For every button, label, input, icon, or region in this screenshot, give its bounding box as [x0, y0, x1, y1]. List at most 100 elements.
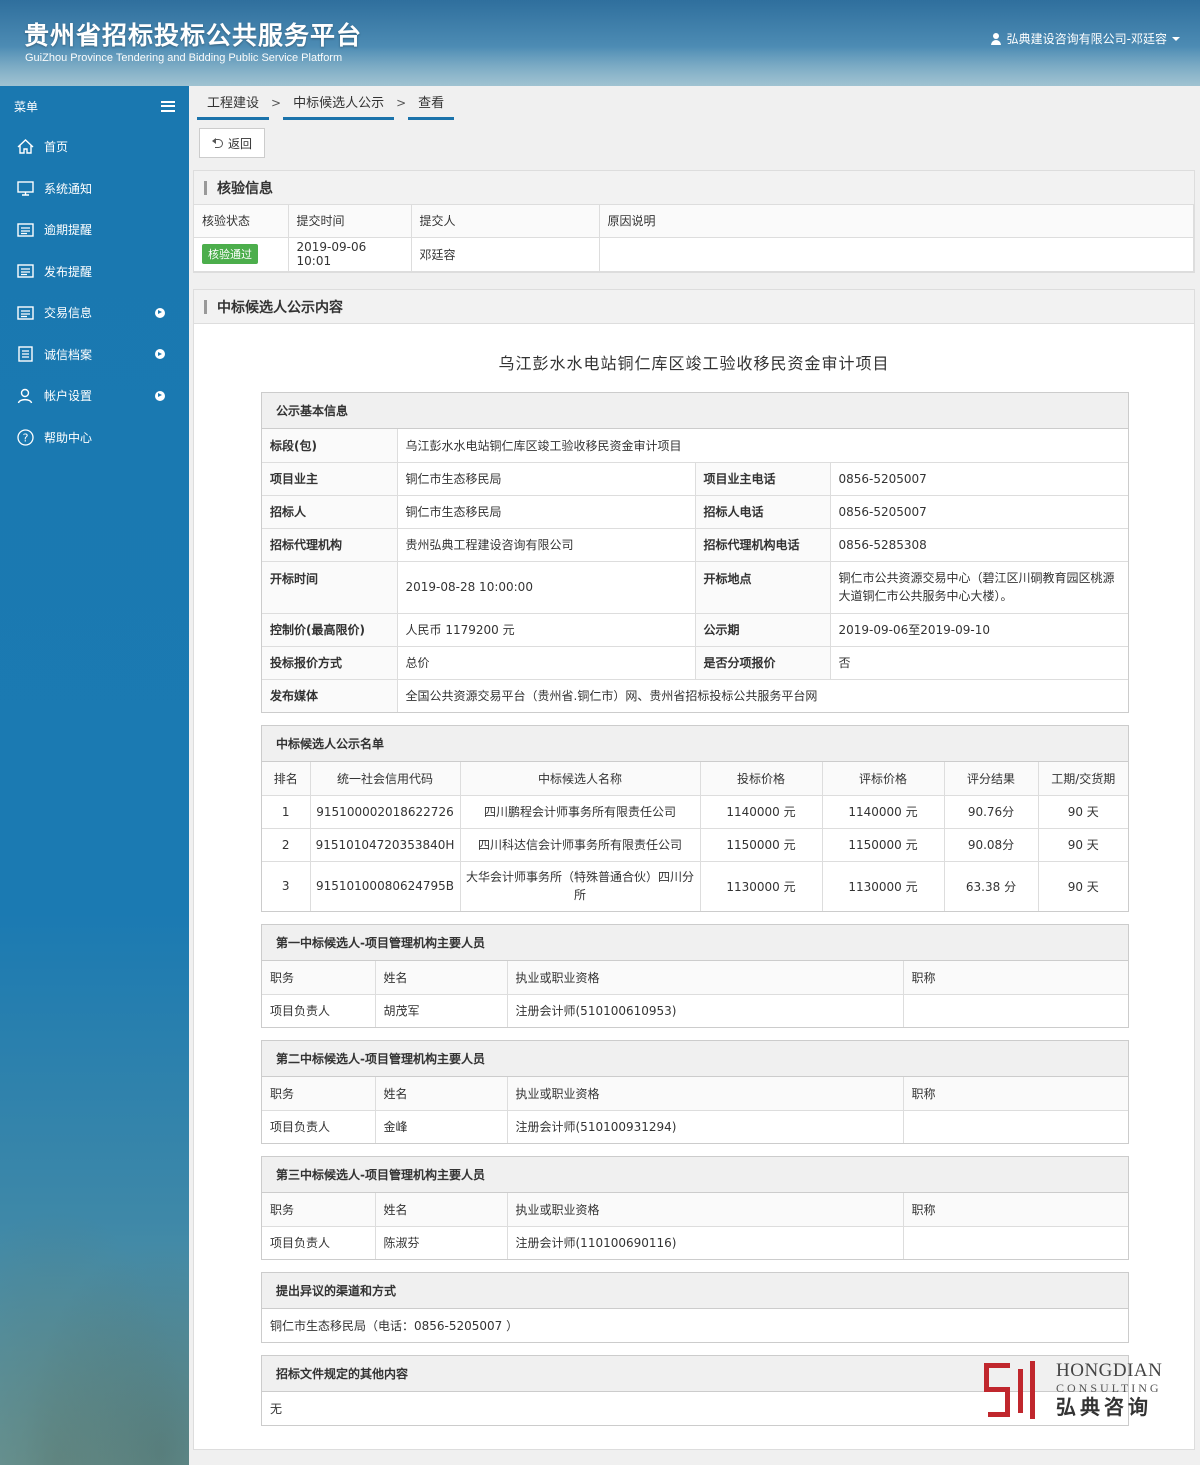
role-cell: 项目负责人: [262, 1226, 376, 1259]
rank-cell: 2: [262, 828, 311, 862]
field-label: 发布媒体: [262, 679, 398, 712]
sidebar-item-credit[interactable]: 诚信档案: [0, 334, 189, 376]
menu-header: 菜单: [0, 86, 189, 126]
bid-cell: 1150000 元: [700, 828, 823, 862]
sidebar-item-label: 系统通知: [44, 181, 93, 196]
sidebar-item-overdue[interactable]: 逾期提醒: [0, 209, 189, 251]
chevron-right-icon: [155, 390, 165, 401]
field-label: 开标地点: [695, 561, 831, 614]
field-value: 2019-09-06至2019-09-10: [830, 613, 1128, 647]
table-row: 2 91510104720353840H 四川科达信会计师事务所有限责任公司 1…: [262, 828, 1128, 862]
qualification-cell: 注册会计师(510100931294): [507, 1110, 904, 1143]
user-menu[interactable]: 弘典建设咨询有限公司-邓廷容: [990, 30, 1180, 47]
person-name-cell: 金峰: [375, 1110, 508, 1143]
watermark-en-2: CONSULTING: [1056, 1381, 1162, 1395]
candidates-block: 中标候选人公示名单 排名 统一社会信用代码 中标候选人名称 投标价格 评标价格 …: [261, 725, 1129, 912]
person-name-cell: 胡茂军: [375, 994, 508, 1027]
submit-time: 2019-09-06 10:01: [288, 237, 412, 272]
col-header: 职称: [903, 961, 1128, 995]
eval-cell: 1130000 元: [822, 861, 945, 911]
submitter: 邓廷容: [411, 237, 600, 272]
field-value: 铜仁市生态移民局: [397, 462, 696, 496]
sidebar-item-label: 交易信息: [44, 306, 93, 321]
table-row: 项目负责人 金峰 注册会计师(510100931294): [262, 1110, 1128, 1143]
field-value: 总价: [397, 646, 696, 680]
col-header: 提交时间: [288, 205, 412, 238]
field-label: 是否分项报价: [695, 646, 831, 680]
candidates-table: 排名 统一社会信用代码 中标候选人名称 投标价格 评标价格 评分结果 工期/交货…: [262, 762, 1128, 911]
sidebar-item-label: 帐户设置: [44, 389, 93, 404]
field-label: 公示期: [695, 613, 831, 647]
objection-text: 铜仁市生态移民局（电话：0856-5205007 ）: [270, 1319, 519, 1333]
col-header: 评分结果: [944, 762, 1039, 796]
col-header: 执业或职业资格: [507, 961, 904, 995]
field-value: 贵州弘典工程建设咨询有限公司: [397, 528, 696, 562]
document-icon: [16, 346, 34, 362]
table-row: 项目负责人 陈淑芬 注册会计师(110100690116): [262, 1226, 1128, 1259]
name-cell: 四川科达信会计师事务所有限责任公司: [460, 828, 701, 862]
field-label: 招标代理机构: [262, 528, 398, 562]
field-value: 乌江彭水水电站铜仁库区竣工验收移民资金审计项目: [397, 429, 1128, 463]
field-label: 投标报价方式: [262, 646, 398, 680]
verify-panel: 核验信息 核验状态 提交时间 提交人 原因说明 核验通过 2019-09-06 …: [193, 170, 1195, 273]
back-button[interactable]: 返回: [199, 128, 265, 158]
watermark-cn: 弘典咨询: [1056, 1395, 1152, 1419]
col-header: 执业或职业资格: [507, 1077, 904, 1111]
chevron-right-icon: >: [271, 96, 282, 110]
staff-block-1: 第一中标候选人-项目管理机构主要人员 职务 姓名 执业或职业资格 职称 项目负责…: [261, 924, 1129, 1028]
table-row: 1 915100002018622726 四川鹏程会计师事务所有限责任公司 11…: [262, 795, 1128, 829]
breadcrumb-item[interactable]: 中标候选人公示: [283, 86, 395, 120]
staff-block-3: 第三中标候选人-项目管理机构主要人员 职务 姓名 执业或职业资格 职称 项目负责…: [261, 1156, 1129, 1260]
chevron-right-icon: >: [396, 96, 407, 110]
sidebar-item-account[interactable]: 帐户设置: [0, 375, 189, 417]
project-title: 乌江彭水水电站铜仁库区竣工验收移民资金审计项目: [498, 354, 890, 373]
col-header: 排名: [262, 762, 311, 796]
basic-info-table: 标段(包) 乌江彭水水电站铜仁库区竣工验收移民资金审计项目 项目业主 铜仁市生态…: [262, 429, 1128, 712]
list-icon: [16, 222, 34, 238]
title-cell: [903, 994, 1128, 1027]
title-cell: [903, 1110, 1128, 1143]
field-value: 0856-5205007: [830, 462, 1128, 496]
sidebar-item-label: 逾期提醒: [44, 223, 93, 238]
sidebar-item-help[interactable]: ? 帮助中心: [0, 417, 189, 459]
bid-cell: 1130000 元: [700, 861, 823, 911]
sidebar-item-label: 发布提醒: [44, 264, 93, 279]
col-header: 中标候选人名称: [460, 762, 701, 796]
back-icon: [211, 138, 224, 148]
block-title: 中标候选人公示名单: [262, 726, 1128, 762]
status-badge: 核验通过: [202, 244, 258, 264]
chevron-right-icon: [155, 307, 165, 318]
sidebar-item-notice[interactable]: 系统通知: [0, 168, 189, 210]
qualification-cell: 注册会计师(110100690116): [507, 1226, 904, 1259]
status-cell: 核验通过: [194, 237, 289, 272]
rank-cell: 1: [262, 795, 311, 829]
sidebar-item-trade[interactable]: 交易信息: [0, 292, 189, 334]
breadcrumb: 工程建设 > 中标候选人公示 > 查看: [197, 86, 455, 120]
sidebar-item-publish[interactable]: 发布提醒: [0, 251, 189, 293]
block-title: 提出异议的渠道和方式: [262, 1273, 1128, 1309]
user-icon: [16, 388, 34, 404]
field-value: 人民币 1179200 元: [397, 613, 696, 647]
block-title: 公示基本信息: [262, 393, 1128, 429]
sidebar-item-home[interactable]: 首页: [0, 126, 189, 168]
home-icon: [16, 139, 34, 155]
block-title: 第二中标候选人-项目管理机构主要人员: [262, 1041, 1128, 1077]
hongdian-logo-icon: [984, 1361, 1040, 1419]
col-header: 工期/交货期: [1038, 762, 1128, 796]
back-label: 返回: [227, 136, 252, 151]
hamburger-icon[interactable]: [161, 100, 175, 112]
field-value: 0856-5205007: [830, 495, 1128, 529]
name-cell: 大华会计师事务所（特殊普通合伙）四川分所: [460, 861, 701, 911]
menu-label: 菜单: [14, 99, 39, 114]
help-icon: ?: [16, 429, 34, 446]
breadcrumb-item[interactable]: 工程建设: [197, 86, 270, 120]
title-cell: [903, 1226, 1128, 1259]
sidebar-item-label: 首页: [44, 140, 69, 155]
bid-cell: 1140000 元: [700, 795, 823, 829]
eval-cell: 1150000 元: [822, 828, 945, 862]
table-row: 3 91510100080624795B 大华会计师事务所（特殊普通合伙）四川分…: [262, 861, 1128, 911]
col-header: 职称: [903, 1077, 1128, 1111]
staff-table: 职务 姓名 执业或职业资格 职称 项目负责人 陈淑芬 注册会计师(1101006…: [262, 1193, 1128, 1259]
code-cell: 915100002018622726: [310, 795, 461, 829]
role-cell: 项目负责人: [262, 1110, 376, 1143]
